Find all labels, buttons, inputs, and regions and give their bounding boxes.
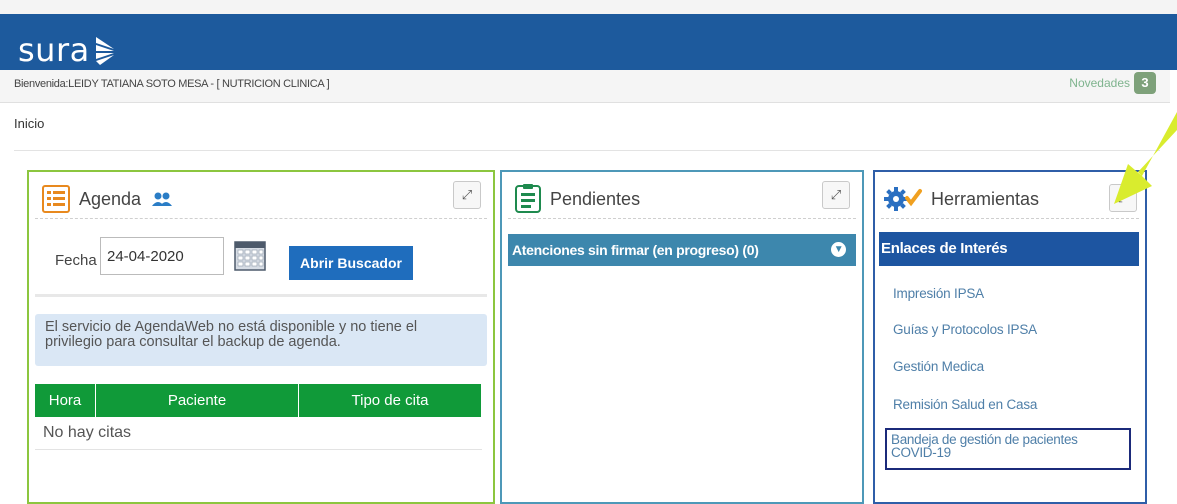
users-icon[interactable] [151,191,173,207]
pendientes-icon [515,184,541,213]
pendientes-expand-icon[interactable]: ⤢ [822,181,850,209]
fecha-label: Fecha [55,252,97,269]
link-remision-salud[interactable]: Remisión Salud en Casa [893,397,1037,412]
novedades-link[interactable]: Novedades [1069,76,1130,90]
title-divider [881,218,1139,219]
title-divider [35,218,487,219]
divider [14,150,1160,151]
chevron-down-circle-icon[interactable]: ▼ [831,242,846,257]
pendientes-panel-title: Pendientes [514,182,640,216]
separator [35,294,487,297]
empty-message: No hay citas [35,417,482,450]
highlight-arrow [1114,112,1177,204]
agenda-panel: Agenda ⤢ Fecha Abrir Buscador El servici… [27,170,495,504]
agenda-title: Agenda [79,188,142,209]
title-divider [508,218,856,219]
herramientas-panel: Herramientas ⤢ Enlaces de Interés Impres… [873,170,1147,504]
logo-text: sura [18,31,90,69]
pendientes-panel: Pendientes ⤢ Atenciones sin firmar (en p… [500,170,864,504]
novedades-badge[interactable]: 3 [1134,72,1156,94]
accordion-label: Atenciones sin firmar (en progreso) (0) [512,242,759,258]
calendar-icon[interactable] [234,239,266,271]
abrir-buscador-button[interactable]: Abrir Buscador [289,246,413,280]
link-impresion-ipsa[interactable]: Impresión IPSA [893,286,984,301]
column-header-hora[interactable]: Hora [35,384,96,417]
top-strip [0,0,1177,14]
citas-table: Hora Paciente Tipo de cita No hay citas [35,384,482,450]
table-row: No hay citas [35,417,482,450]
sura-logo[interactable]: sura [18,28,116,72]
fecha-input[interactable] [100,237,224,275]
gears-check-icon [884,187,922,211]
welcome-bar: Bienvenida:LEIDY TATIANA SOTO MESA - [ N… [0,70,1170,103]
enlaces-header: Enlaces de Interés [879,232,1139,266]
logo-wing-icon [95,37,114,65]
agenda-info-message: El servicio de AgendaWeb no está disponi… [35,314,487,366]
app-header: sura [0,14,1177,70]
herramientas-title: Herramientas [931,188,1040,209]
pendientes-title: Pendientes [550,188,641,209]
breadcrumb[interactable]: Inicio [14,116,44,131]
agenda-panel-title: Agenda [41,182,181,216]
agenda-expand-icon[interactable]: ⤢ [453,181,481,209]
link-bandeja-covid[interactable]: Bandeja de gestión de pacientes COVID-19 [885,428,1131,470]
column-header-paciente[interactable]: Paciente [95,384,299,417]
atenciones-accordion[interactable]: Atenciones sin firmar (en progreso) (0) … [508,234,856,266]
agenda-list-icon [42,185,70,213]
herramientas-panel-title: Herramientas [883,182,1039,216]
welcome-text: Bienvenida:LEIDY TATIANA SOTO MESA - [ N… [14,78,330,90]
link-gestion-medica[interactable]: Gestión Medica [893,359,984,374]
link-guias-protocolos[interactable]: Guías y Protocolos IPSA [893,322,1037,337]
column-header-tipo-cita[interactable]: Tipo de cita [298,384,482,417]
